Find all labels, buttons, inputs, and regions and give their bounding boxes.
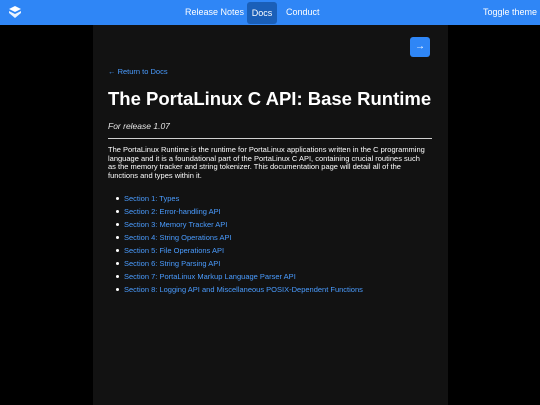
section-link[interactable]: Section 7: PortaLinux Markup Language Pa… bbox=[124, 272, 296, 281]
section-link[interactable]: Section 4: String Operations API bbox=[124, 233, 232, 242]
release-version: For release 1.07 bbox=[108, 121, 170, 131]
toggle-theme-button[interactable]: Toggle theme bbox=[483, 0, 537, 25]
section-link[interactable]: Section 5: File Operations API bbox=[124, 246, 224, 255]
bullet-icon bbox=[116, 262, 119, 265]
section-link[interactable]: Section 8: Logging API and Miscellaneous… bbox=[124, 285, 363, 294]
intro-paragraph: The PortaLinux Runtime is the runtime fo… bbox=[108, 145, 425, 180]
section-link[interactable]: Section 1: Types bbox=[124, 194, 179, 203]
page-title: The PortaLinux C API: Base Runtime bbox=[108, 88, 432, 109]
bullet-icon bbox=[116, 249, 119, 252]
nav-release-notes[interactable]: Release Notes bbox=[185, 0, 244, 25]
section-link[interactable]: Section 2: Error-handling API bbox=[124, 207, 221, 216]
next-page-button[interactable]: → bbox=[410, 37, 430, 57]
return-to-docs-link[interactable]: ← Return to Docs bbox=[108, 67, 168, 76]
bullet-icon bbox=[116, 197, 119, 200]
logo-icon[interactable] bbox=[8, 5, 22, 19]
bullet-icon bbox=[116, 236, 119, 239]
section-link[interactable]: Section 3: Memory Tracker API bbox=[124, 220, 227, 229]
bullet-icon bbox=[116, 288, 119, 291]
divider bbox=[108, 138, 432, 139]
bullet-icon bbox=[116, 223, 119, 226]
top-navbar: Release Notes Docs Conduct Toggle theme bbox=[0, 0, 540, 25]
nav-conduct[interactable]: Conduct bbox=[286, 0, 320, 25]
bullet-icon bbox=[116, 275, 119, 278]
nav-docs[interactable]: Docs bbox=[247, 2, 277, 24]
bullet-icon bbox=[116, 210, 119, 213]
section-link[interactable]: Section 6: String Parsing API bbox=[124, 259, 220, 268]
